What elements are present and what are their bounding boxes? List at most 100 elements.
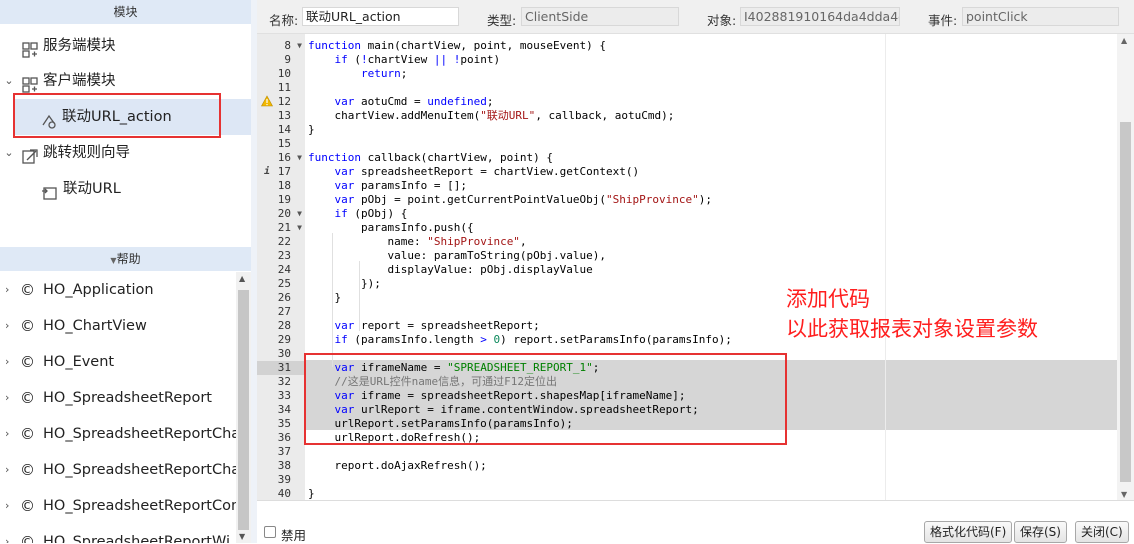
event-field: pointClick — [962, 7, 1119, 26]
editor-scrollbar[interactable]: ▲ ▼ — [1117, 34, 1134, 500]
line-number: 16 ▼ — [277, 151, 302, 165]
copyright-icon: © — [20, 497, 35, 515]
code-line: function main(chartView, point, mouseEve… — [308, 39, 607, 52]
line-number: 33 — [277, 389, 291, 402]
scrollbar-thumb[interactable] — [1120, 122, 1131, 482]
info-icon: i — [264, 166, 271, 177]
name-field[interactable]: 联动URL_action — [302, 7, 459, 26]
line-number: 40 — [277, 487, 291, 500]
copyright-icon: © — [20, 353, 35, 371]
tree-item-linkage-url[interactable]: 联动URL — [0, 171, 251, 207]
scrollbar-thumb[interactable] — [238, 290, 249, 530]
highlight-box-tree-item — [13, 93, 221, 138]
link-url-icon — [41, 180, 59, 200]
code-line: name: "ShipProvince", — [308, 235, 527, 248]
server-module-icon — [21, 37, 39, 58]
disable-checkbox[interactable] — [264, 526, 276, 538]
name-label: 名称: — [269, 13, 299, 28]
help-scrollbar[interactable]: ▲ ▼ — [236, 272, 251, 543]
fold-chevron-icon[interactable]: ▼ — [297, 39, 302, 53]
help-item[interactable]: › © HO_SpreadsheetReportWi — [0, 524, 236, 543]
tree-item-server-module[interactable]: 服务端模块 — [0, 28, 251, 64]
help-item[interactable]: › © HO_ChartView — [0, 308, 236, 344]
chevron-right-icon: › — [5, 535, 10, 543]
object-label: 对象: — [707, 13, 737, 28]
format-code-button[interactable]: 格式化代码(F) — [924, 521, 1013, 543]
scroll-up-icon[interactable]: ▲ — [239, 274, 245, 283]
line-number: 24 — [277, 263, 291, 276]
type-label: 类型: — [487, 13, 517, 28]
help-item[interactable]: › © HO_SpreadsheetReportChart — [0, 452, 236, 488]
fold-chevron-icon[interactable]: ▼ — [297, 221, 302, 235]
line-number: 29 — [277, 333, 291, 346]
code-line: if (pObj) { — [334, 207, 408, 220]
line-number: 34 — [277, 403, 291, 416]
chevron-right-icon: › — [5, 499, 10, 512]
help-item[interactable]: › © HO_Application — [0, 272, 236, 308]
scroll-down-icon[interactable]: ▼ — [1121, 490, 1127, 499]
line-number: 36 — [277, 431, 291, 444]
chevron-right-icon: › — [5, 463, 10, 476]
line-number: 35 — [277, 417, 291, 430]
copyright-icon: © — [20, 389, 35, 407]
line-number: 37 — [277, 445, 291, 458]
save-button[interactable]: 保存(S) — [1014, 521, 1067, 543]
line-number: 25 — [277, 277, 291, 290]
help-item[interactable]: › © HO_SpreadsheetReportChart — [0, 416, 236, 452]
fold-chevron-icon[interactable]: ▼ — [297, 207, 302, 221]
line-number: 26 — [277, 291, 291, 304]
code-line: if (!chartView || !point) — [334, 53, 501, 66]
chevron-right-icon: › — [5, 427, 10, 440]
expand-chevron-icon[interactable]: ⌄ — [3, 135, 15, 171]
code-line: report.doAjaxRefresh(); — [308, 459, 487, 472]
help-item[interactable]: ›©HO_SpreadsheetReportComm — [0, 488, 236, 524]
code-line: var pObj = point.getCurrentPointValueObj… — [334, 193, 713, 206]
indent-guide — [332, 233, 333, 367]
line-number: 14 — [277, 123, 291, 136]
left-panel: 模块 服务端模块 ⌄ 客户端模块 联动URL_action ⌄ 跳转规则向导 联… — [0, 0, 251, 543]
line-number: 10 — [277, 67, 291, 80]
scroll-down-icon[interactable]: ▼ — [239, 532, 245, 541]
scroll-up-icon[interactable]: ▲ — [1121, 36, 1127, 45]
help-item[interactable]: › © HO_SpreadsheetReport — [0, 380, 236, 416]
chevron-right-icon: › — [5, 283, 10, 296]
line-number: 11 — [277, 81, 291, 94]
fold-chevron-icon[interactable]: ▼ — [297, 151, 302, 165]
line-number: 13 — [277, 109, 291, 122]
line-number: 21 ▼ — [277, 221, 302, 235]
copyright-icon: © — [20, 281, 35, 299]
line-number: 18 — [277, 179, 291, 192]
type-field: ClientSide — [521, 7, 679, 26]
help-header[interactable]: ▼帮助 — [0, 247, 251, 271]
footer-bar: 禁用 格式化代码(F) 保存(S) 关闭(C) — [257, 501, 1134, 543]
jump-rule-icon — [21, 144, 39, 164]
line-number: 12 — [257, 95, 305, 109]
tree-item-label: 跳转规则向导 — [43, 145, 130, 161]
highlight-box-code — [304, 353, 787, 445]
tree-item-jump-rule-wizard[interactable]: ⌄ 跳转规则向导 — [0, 135, 251, 171]
code-line: var aotuCmd = undefined; — [334, 95, 494, 108]
disable-label: 禁用 — [281, 528, 307, 543]
line-number: 28 — [277, 319, 291, 332]
code-line: var spreadsheetReport = chartView.getCon… — [334, 165, 640, 178]
help-list: › © HO_Application › © HO_ChartView › © HO_Eve… — [0, 272, 236, 543]
copyright-icon: © — [20, 533, 35, 543]
line-number-gutter: 8 ▼ 9 10 11 12 13 14 15 16 ▼ 17 i 18 19 20 ▼ 21 ▼ 22 23 24 25 2… — [257, 34, 305, 500]
chevron-right-icon: › — [5, 355, 10, 368]
line-number: 38 — [277, 459, 291, 472]
object-field: I402881910164da4dda4d — [740, 7, 900, 26]
annotation-line: 以此获取报表对象设置参数 — [786, 317, 1038, 341]
help-item[interactable]: › © HO_Event — [0, 344, 236, 380]
code-line: function callback(chartView, point) { — [308, 151, 554, 164]
copyright-icon: © — [20, 461, 35, 479]
line-number: 9 — [284, 53, 291, 66]
code-line: }); — [308, 277, 381, 290]
copyright-icon: © — [20, 425, 35, 443]
line-number: 30 — [277, 347, 291, 360]
right-panel: 名称: 联动URL_action 类型: ClientSide 对象: I402… — [257, 0, 1134, 543]
close-button[interactable]: 关闭(C) — [1075, 521, 1129, 543]
line-number: 23 — [277, 249, 291, 262]
code-line: } — [308, 487, 315, 500]
code-line: var report = spreadsheetReport; — [334, 319, 540, 332]
code-line: } — [308, 291, 342, 304]
